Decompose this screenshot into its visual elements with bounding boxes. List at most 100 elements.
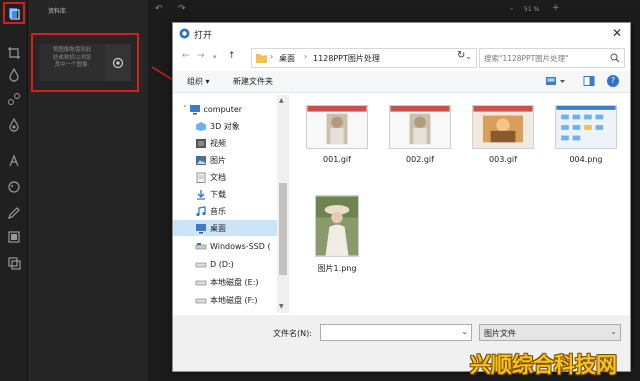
nav-item-label: D (D:): [210, 259, 234, 269]
command-bar: 组织 ▾ 新建文件夹 ?: [173, 71, 630, 93]
up-button[interactable]: ↑: [228, 51, 236, 61]
close-button[interactable]: ✕: [612, 26, 622, 40]
address-bar[interactable]: › 桌面 › 1128PPT图片处理 ⌄: [251, 48, 477, 68]
thumbnail-004: [555, 105, 617, 149]
upload-button[interactable]: [105, 44, 131, 81]
file-type-select[interactable]: 图片文件 ⌄: [479, 324, 621, 341]
video-icon: [196, 138, 206, 148]
effects-tool-button[interactable]: [5, 90, 23, 108]
nav-item-label: 下载: [210, 189, 226, 199]
preview-pane-icon[interactable]: [583, 75, 595, 87]
file-name: 004.png: [569, 155, 603, 164]
undo-icon[interactable]: ↶: [155, 4, 163, 14]
filename-input[interactable]: ⌄: [320, 324, 472, 341]
adjust-tool-button[interactable]: [5, 66, 23, 84]
effects-icon: [8, 93, 20, 105]
nav-item-downloads[interactable]: 下载: [195, 186, 226, 202]
breadcrumb-separator: ›: [270, 52, 274, 61]
search-box[interactable]: 搜索"1128PPT图片处理": [479, 48, 625, 68]
nav-item-3d-objects[interactable]: 3D 对象: [195, 118, 240, 134]
file-name: 图片1.png: [317, 264, 357, 273]
nav-item-documents[interactable]: 文档: [195, 169, 226, 185]
nav-item-drive-d[interactable]: D (D:): [195, 256, 234, 272]
retouch-tool-button[interactable]: [5, 116, 23, 134]
crop-icon: [8, 47, 20, 59]
address-dropdown-icon[interactable]: ⌄: [465, 52, 472, 61]
nav-item-label: 音乐: [210, 206, 226, 216]
library-hint[interactable]: 将图像拖曳到此 处或单机以浏览 其中一个图像.: [39, 44, 105, 81]
scroll-up-icon[interactable]: ▲: [279, 97, 284, 104]
nav-item-drive-f[interactable]: 本地磁盘 (F:): [195, 292, 257, 308]
thumbnail-001: [306, 105, 368, 149]
recent-dropdown-icon[interactable]: ▾: [213, 53, 217, 61]
library-tool-button[interactable]: [3, 2, 25, 24]
dialog-titlebar[interactable]: 打开 ✕: [173, 23, 630, 45]
file-name: 003.gif: [489, 155, 517, 164]
zoom-out-button[interactable]: -: [510, 4, 513, 14]
nav-item-videos[interactable]: 视频: [195, 135, 226, 151]
nav-item-desktop[interactable]: 桌面: [173, 220, 277, 236]
back-button[interactable]: ←: [182, 51, 190, 61]
frame-tool-button[interactable]: [5, 228, 23, 246]
palette-icon: [8, 181, 20, 193]
nav-item-windows-ssd[interactable]: Windows-SSD (: [195, 238, 271, 254]
new-folder-button[interactable]: 新建文件夹: [233, 76, 273, 87]
frame-icon: [8, 231, 20, 243]
scroll-thumb[interactable]: [279, 183, 287, 275]
crop-tool-button[interactable]: [5, 44, 23, 62]
file-name: 002.gif: [406, 155, 434, 164]
file-item[interactable]: 002.gif: [384, 99, 456, 171]
desktop-icon: [196, 223, 206, 233]
sticker-tool-button[interactable]: [5, 178, 23, 196]
brush-icon: [8, 207, 20, 219]
breadcrumb-folder[interactable]: 1128PPT图片处理: [313, 53, 380, 64]
nav-item-label: Windows-SSD (: [210, 241, 271, 251]
file-type-value: 图片文件: [484, 329, 516, 338]
library-icon: [9, 8, 20, 20]
upload-icon: [112, 57, 124, 68]
layers-tool-button[interactable]: [5, 254, 23, 272]
nav-item-drive-e[interactable]: 本地磁盘 (E:): [195, 274, 259, 290]
tool-rail: [0, 0, 28, 381]
zoom-in-button[interactable]: +: [552, 3, 560, 13]
filename-label: 文件名(N):: [273, 329, 312, 338]
filename-dropdown-icon[interactable]: ⌄: [461, 327, 468, 336]
computer-icon: [189, 104, 200, 114]
text-tool-button[interactable]: [5, 152, 23, 170]
thumbnail-002: [389, 105, 451, 149]
open-file-dialog: 打开 ✕ ← → ▾ ↑ › 桌面 › 1128PPT图片处理 ⌄ ↻ 搜索"1…: [172, 22, 631, 372]
brush-tool-button[interactable]: [5, 204, 23, 222]
forward-button[interactable]: →: [197, 51, 205, 61]
nav-item-computer[interactable]: ˅ computer: [183, 101, 242, 117]
file-type-dropdown-icon[interactable]: ⌄: [610, 327, 617, 336]
nav-scrollbar[interactable]: ▲ ▼: [277, 95, 289, 313]
file-item[interactable]: 图片1.png: [301, 193, 373, 277]
file-name: 001.gif: [323, 155, 351, 164]
nav-item-label: computer: [203, 104, 243, 114]
drive-icon: [195, 242, 207, 249]
file-item[interactable]: 001.gif: [301, 99, 373, 171]
refresh-icon[interactable]: ↻: [457, 50, 465, 61]
view-options-icon[interactable]: [545, 75, 567, 87]
retouch-icon: [9, 118, 19, 132]
nav-item-label: 图片: [210, 155, 226, 165]
drive-icon: [195, 262, 207, 267]
collapse-icon[interactable]: ˅: [183, 105, 187, 113]
breadcrumb-desktop[interactable]: 桌面: [279, 53, 295, 64]
search-icon: [610, 53, 620, 63]
pictures-icon: [196, 155, 206, 165]
nav-item-music[interactable]: 音乐: [195, 203, 226, 219]
library-title: 资料库: [48, 8, 67, 15]
help-button[interactable]: ?: [607, 75, 619, 87]
file-item[interactable]: 003.gif: [467, 99, 539, 171]
drive-icon: [195, 298, 207, 303]
file-item[interactable]: 004.png: [550, 99, 622, 171]
folder-icon: [256, 54, 267, 63]
watermark: 兴顺综合科技网: [470, 353, 617, 377]
scroll-down-icon[interactable]: ▼: [279, 303, 284, 310]
library-drop-zone[interactable]: 将图像拖曳到此 处或单机以浏览 其中一个图像.: [31, 33, 139, 92]
redo-icon[interactable]: ↷: [178, 4, 186, 14]
nav-item-pictures[interactable]: 图片: [195, 152, 226, 168]
organize-menu[interactable]: 组织 ▾: [187, 76, 210, 87]
zoom-level: 51 %: [524, 6, 540, 13]
